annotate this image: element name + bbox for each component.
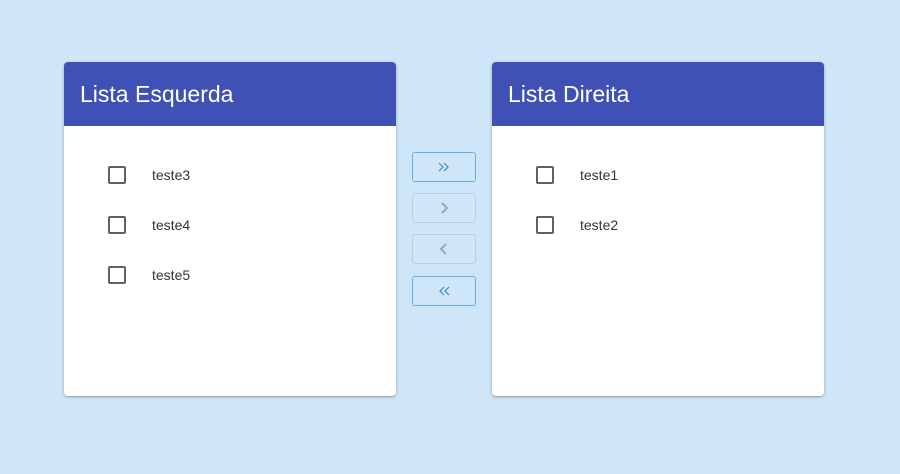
list-item[interactable]: teste1 (492, 150, 824, 200)
list-item[interactable]: teste3 (64, 150, 396, 200)
checkbox[interactable] (536, 166, 554, 184)
right-list-title: Lista Direita (492, 62, 824, 126)
checkbox[interactable] (108, 216, 126, 234)
list-item[interactable]: teste4 (64, 200, 396, 250)
double-chevron-right-icon (438, 162, 449, 172)
move-selected-left-button[interactable] (412, 234, 476, 264)
list-item-label: teste1 (580, 167, 619, 183)
left-list-card: Lista Esquerda teste3 teste4 teste5 (64, 62, 396, 396)
chevron-right-icon (441, 202, 449, 214)
right-list-body: teste1 teste2 (492, 126, 824, 250)
left-list-title: Lista Esquerda (64, 62, 396, 126)
chevron-left-icon (439, 243, 447, 255)
right-list-card: Lista Direita teste1 teste2 (492, 62, 824, 396)
move-all-left-button[interactable] (412, 276, 476, 306)
list-item[interactable]: teste2 (492, 200, 824, 250)
left-list-body: teste3 teste4 teste5 (64, 126, 396, 300)
double-chevron-left-icon (439, 286, 450, 296)
move-all-right-button[interactable] (412, 152, 476, 182)
checkbox[interactable] (536, 216, 554, 234)
list-item-label: teste3 (152, 167, 191, 183)
list-item-label: teste4 (152, 217, 191, 233)
list-item-label: teste2 (580, 217, 619, 233)
list-item-label: teste5 (152, 267, 191, 283)
checkbox[interactable] (108, 266, 126, 284)
checkbox[interactable] (108, 166, 126, 184)
list-item[interactable]: teste5 (64, 250, 396, 300)
move-selected-right-button[interactable] (412, 193, 476, 223)
transfer-list-page: Lista Esquerda teste3 teste4 teste5 List… (0, 0, 900, 474)
